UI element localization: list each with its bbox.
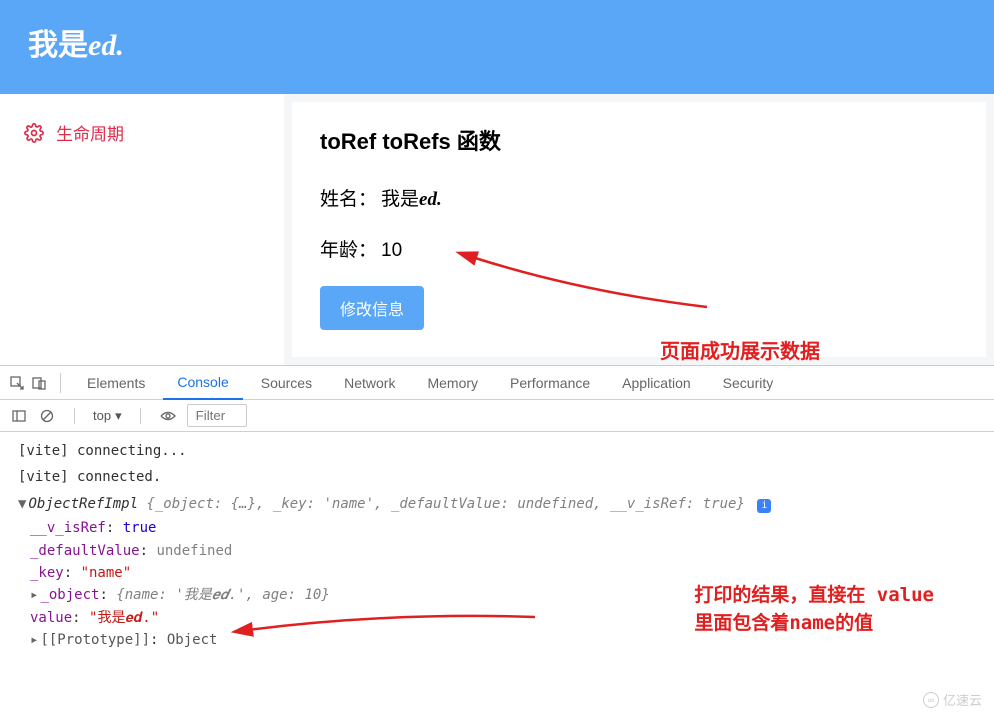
annotation-page-success: 页面成功展示数据 (660, 335, 964, 364)
console-output: [vite] connecting... [vite] connected. ▼… (0, 432, 994, 658)
device-icon[interactable] (30, 374, 48, 392)
tab-console[interactable]: Console (163, 366, 242, 400)
inspect-icon[interactable] (8, 374, 26, 392)
name-row: 姓名： 我是ed. (320, 184, 958, 211)
clear-console-icon[interactable] (38, 407, 56, 425)
context-selector[interactable]: top ▾ (93, 408, 122, 424)
age-row: 年龄： 10 (320, 235, 958, 262)
console-line: [vite] connected. (8, 464, 986, 490)
age-label: 年龄： (320, 235, 377, 262)
header-title-prefix: 我是 (28, 29, 88, 62)
tab-elements[interactable]: Elements (73, 367, 159, 399)
eye-icon[interactable] (159, 407, 177, 425)
sidebar: 生命周期 setup 函数 ref reactive 函数 (0, 94, 284, 365)
expander-icon[interactable]: ▸ (30, 632, 38, 648)
tab-sources[interactable]: Sources (247, 367, 326, 399)
tab-network[interactable]: Network (330, 367, 409, 399)
filter-input[interactable] (187, 404, 247, 427)
name-label: 姓名： (320, 184, 377, 211)
watermark: ∞ 亿速云 (923, 690, 982, 709)
content-panel: toRef toRefs 函数 姓名： 我是ed. 年龄： 10 修改信息 (292, 102, 986, 357)
tab-security[interactable]: Security (709, 367, 788, 399)
age-value: 10 (381, 240, 402, 262)
watermark-icon: ∞ (923, 692, 939, 708)
sidebar-toggle-icon[interactable] (10, 407, 28, 425)
devtools: Elements Console Sources Network Memory … (0, 365, 994, 717)
sidebar-item-lifecycle[interactable]: 生命周期 (0, 94, 284, 171)
tab-application[interactable]: Application (608, 367, 705, 399)
console-object[interactable]: ▼ObjectRefImpl {_object: {…}, _key: 'nam… (8, 491, 986, 517)
devtools-tabs: Elements Console Sources Network Memory … (0, 366, 994, 400)
header-title-em: ed. (88, 29, 124, 62)
expander-icon[interactable]: ▸ (30, 587, 38, 603)
sidebar-item-label: ref reactive 函数 (56, 274, 179, 299)
gear-icon (24, 277, 44, 297)
tab-memory[interactable]: Memory (413, 367, 492, 399)
sidebar-item-ref-reactive[interactable]: ref reactive 函数 (0, 248, 284, 325)
expander-icon[interactable]: ▼ (18, 496, 26, 512)
console-toolbar: top ▾ (0, 400, 994, 432)
gear-icon (24, 200, 44, 220)
modify-button[interactable]: 修改信息 (320, 286, 424, 330)
content-heading: toRef toRefs 函数 (320, 124, 958, 156)
annotation-console-result: 打印的结果，直接在 value 里面包含着name的值 (694, 581, 934, 638)
gear-icon (24, 123, 44, 143)
sidebar-item-label: setup 函数 (56, 197, 136, 222)
sidebar-item-label: 生命周期 (56, 120, 124, 145)
app-header: 我是ed. (0, 0, 994, 94)
name-value: 我是ed. (381, 184, 442, 211)
tab-performance[interactable]: Performance (496, 367, 604, 399)
info-icon[interactable]: i (757, 499, 771, 513)
chevron-down-icon: ▾ (115, 408, 122, 424)
console-line: [vite] connecting... (8, 438, 986, 464)
sidebar-item-setup[interactable]: setup 函数 (0, 171, 284, 248)
